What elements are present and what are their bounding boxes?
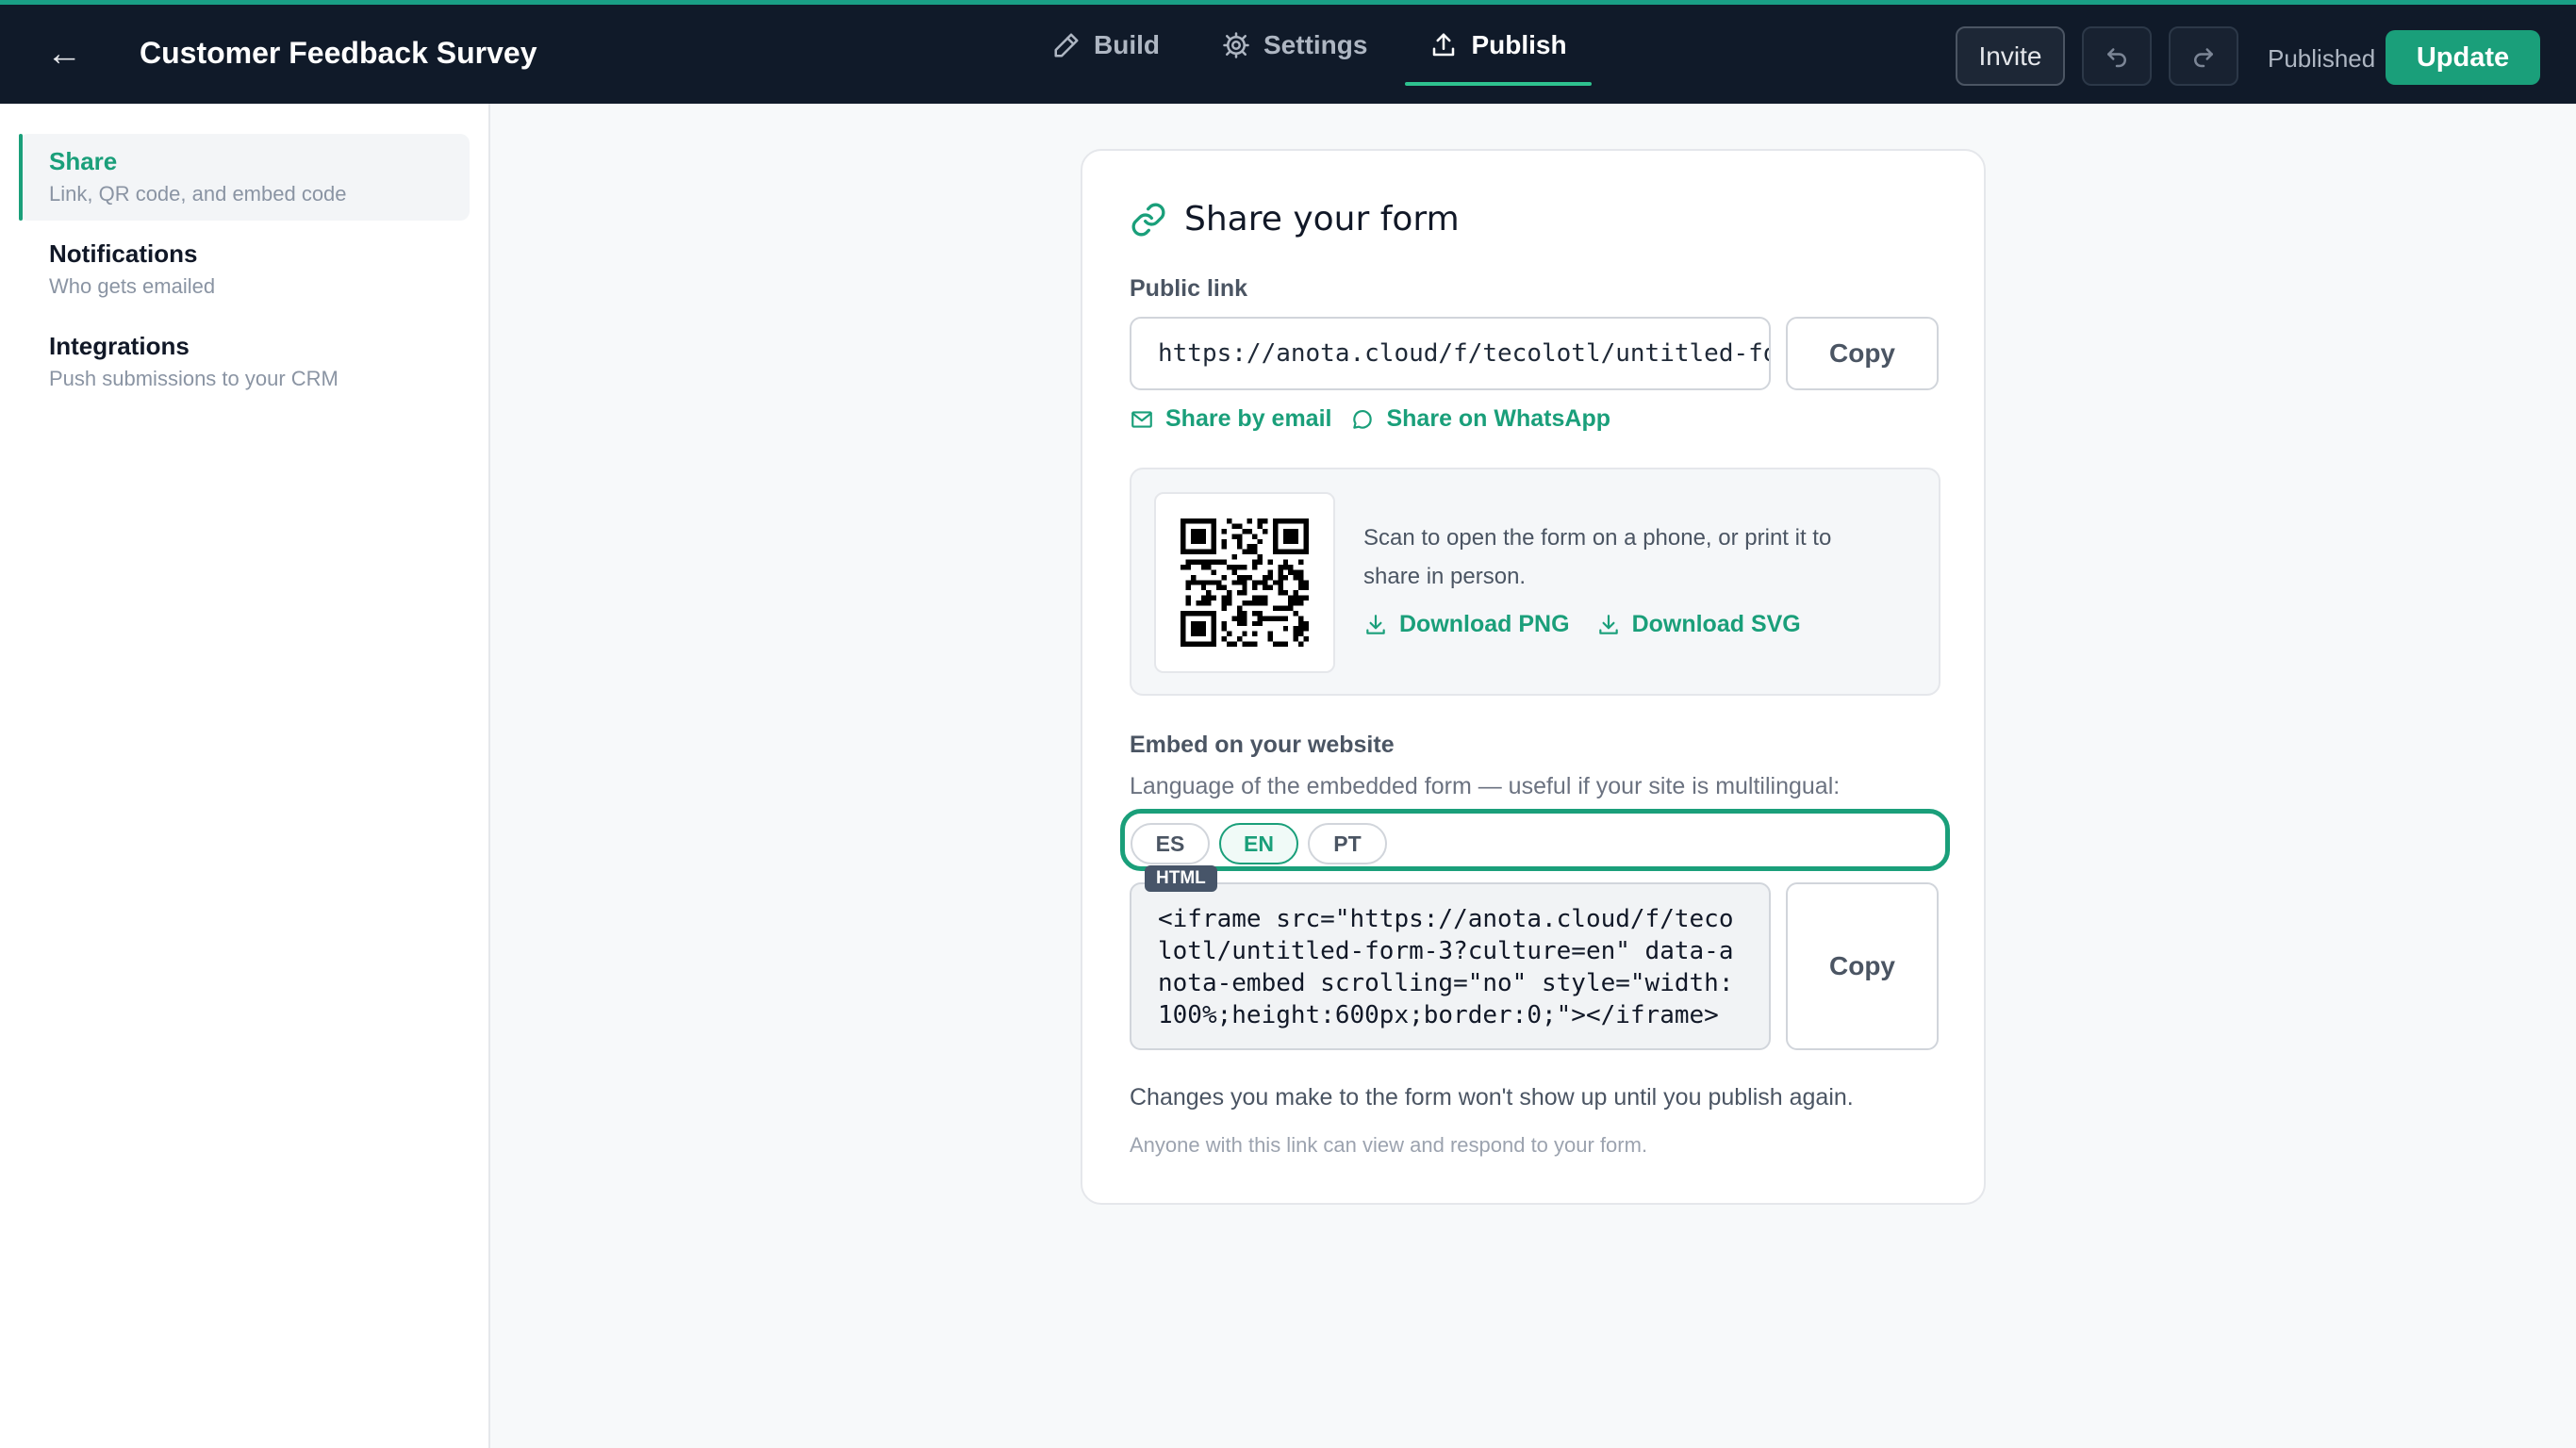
- publish-note: Changes you make to the form won't show …: [1130, 1084, 1854, 1111]
- embed-label: Embed on your website: [1130, 732, 1395, 758]
- visibility-note: Anyone with this link can view and respo…: [1130, 1133, 1648, 1157]
- back-arrow-icon[interactable]: ←: [43, 33, 85, 74]
- tab-settings[interactable]: Settings: [1197, 5, 1392, 86]
- redo-button[interactable]: [2169, 26, 2238, 86]
- sidebar-item-subtitle: Link, QR code, and embed code: [49, 182, 347, 206]
- public-link-field[interactable]: https://anota.cloud/f/tecolotl/untitled-…: [1130, 317, 1771, 390]
- pencil-icon: [1054, 33, 1079, 58]
- sidebar-item-subtitle: Who gets emailed: [49, 274, 216, 298]
- invite-button[interactable]: Invite: [1956, 26, 2065, 86]
- qr-modules: [1181, 518, 1309, 647]
- qr-code-frame: [1154, 492, 1335, 673]
- qr-code: [1181, 518, 1309, 647]
- publish-status: Published: [2268, 44, 2376, 73]
- sidebar-item-integrations[interactable]: Integrations Push submissions to your CR…: [19, 319, 470, 405]
- link-icon: [1131, 203, 1165, 236]
- html-badge: HTML: [1145, 865, 1217, 892]
- qr-description: Scan to open the form on a phone, or pri…: [1363, 525, 1832, 589]
- download-icon: [1366, 614, 1385, 634]
- sidebar-item-title: Integrations: [49, 332, 190, 360]
- download-svg-label: Download SVG: [1631, 611, 1801, 637]
- public-link-label: Public link: [1130, 275, 1248, 302]
- sidebar-item-title: Share: [49, 147, 118, 175]
- sidebar-item-share[interactable]: Share Link, QR code, and embed code: [19, 134, 470, 221]
- tab-build-label: Build: [1094, 30, 1160, 59]
- tab-publish-label: Publish: [1471, 30, 1567, 59]
- copy-embed-button[interactable]: Copy: [1786, 882, 1939, 1050]
- download-png-link[interactable]: Download PNG: [1363, 611, 1570, 638]
- tab-build[interactable]: Build: [1028, 5, 1184, 86]
- download-svg-link[interactable]: Download SVG: [1596, 611, 1801, 638]
- chat-bubble-icon: [1353, 409, 1373, 429]
- sidebar-item-subtitle: Push submissions to your CRM: [49, 367, 339, 390]
- sidebar-item-notifications[interactable]: Notifications Who gets emailed: [19, 226, 470, 313]
- upload-icon: [1433, 33, 1455, 57]
- sidebar-item-title: Notifications: [49, 239, 198, 268]
- share-card: Share your form Public link https://anot…: [1081, 149, 1986, 1205]
- copy-link-button[interactable]: Copy: [1786, 317, 1939, 390]
- embed-code-field[interactable]: <iframe src="https://anota.cloud/f/tecol…: [1130, 882, 1771, 1050]
- main-tabs: Build Settings Publish: [1028, 5, 1605, 104]
- language-option-pt[interactable]: PT: [1308, 823, 1387, 864]
- language-option-es[interactable]: ES: [1131, 823, 1210, 864]
- language-hint: Language of the embedded form — useful i…: [1130, 773, 1841, 799]
- share-on-whatsapp-label: Share on WhatsApp: [1386, 405, 1610, 432]
- mail-icon: [1131, 410, 1152, 428]
- card-header: Share your form: [1130, 200, 1460, 239]
- language-selector: ES EN PT: [1120, 809, 1950, 871]
- undo-icon: [2107, 47, 2126, 67]
- tab-settings-label: Settings: [1263, 30, 1368, 59]
- download-icon: [1598, 614, 1618, 634]
- form-title: Customer Feedback Survey: [140, 36, 537, 70]
- top-bar: ← Customer Feedback Survey Build Setting…: [0, 0, 2576, 104]
- share-by-email-label: Share by email: [1165, 405, 1332, 432]
- tab-publish[interactable]: Publish: [1405, 5, 1592, 86]
- download-png-label: Download PNG: [1399, 611, 1570, 637]
- gear-icon: [1223, 32, 1249, 58]
- qr-section: Scan to open the form on a phone, or pri…: [1130, 468, 1940, 696]
- share-on-whatsapp-link[interactable]: Share on WhatsApp: [1350, 405, 1610, 433]
- undo-button[interactable]: [2082, 26, 2152, 86]
- update-button[interactable]: Update: [2386, 30, 2540, 85]
- card-title: Share your form: [1184, 200, 1460, 239]
- share-links: Share by email Share on WhatsApp: [1130, 405, 1610, 433]
- sidebar: Share Link, QR code, and embed code Noti…: [0, 104, 490, 1448]
- language-option-en[interactable]: EN: [1219, 823, 1298, 864]
- redo-icon: [2194, 47, 2213, 67]
- share-by-email-link[interactable]: Share by email: [1130, 405, 1331, 433]
- download-links: Download PNG Download SVG: [1363, 611, 1801, 638]
